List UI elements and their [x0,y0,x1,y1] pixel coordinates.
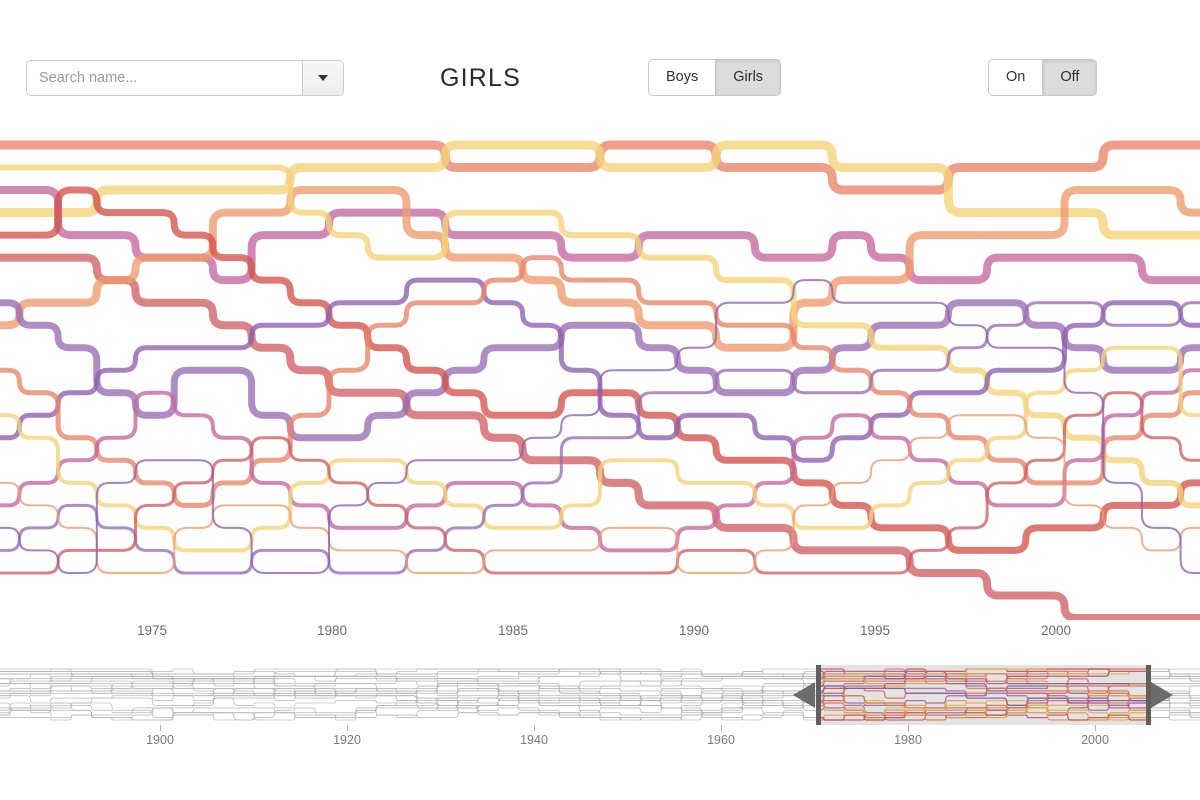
search-dropdown-button[interactable] [302,61,343,95]
rank-flow-chart[interactable] [0,130,1200,620]
brush-handle-left-icon[interactable] [793,682,815,708]
gender-toggle-group[interactable]: Boys Girls [648,59,782,96]
onoff-toggle-on[interactable]: On [989,60,1043,95]
minimap-tick-mark [1095,725,1096,731]
x-axis-tick-label: 2000 [1040,623,1072,638]
toolbar: GIRLS Boys Girls On Off [0,0,1200,130]
brush-handle-right-icon[interactable] [1151,682,1173,708]
search-input-group[interactable] [26,60,344,96]
gender-toggle-boys[interactable]: Boys [649,60,716,95]
x-axis-tick-label: 1975 [136,623,168,638]
rank-flow-chart-svg [0,140,1200,620]
minimap-tick-mark [160,725,161,731]
minimap-tick-mark [908,725,909,731]
minimap-tick-label: 1940 [520,733,548,747]
onoff-toggle-off[interactable]: Off [1042,60,1097,95]
gender-toggle-girls[interactable]: Girls [715,60,781,95]
x-axis-tick-label: 1985 [497,623,529,638]
minimap-tick-label: 1980 [894,733,922,747]
minimap-tick-mark [721,725,722,731]
onoff-toggle-group[interactable]: On Off [988,59,1098,96]
minimap-tick-label: 2000 [1081,733,1109,747]
search-input[interactable] [27,61,302,95]
x-axis-tick-label: 1995 [859,623,891,638]
brush-handle-left[interactable] [816,665,821,725]
rank-line[interactable] [0,140,1200,240]
main-chart-x-axis: 1975 1980 1985 1990 1995 2000 [0,620,1200,650]
minimap-tick-mark [534,725,535,731]
minimap-x-axis: 1900 1920 1940 1960 1980 2000 [0,725,1200,760]
rank-line[interactable] [0,164,1200,509]
minimap-tick-mark [347,725,348,731]
page-title: GIRLS [440,64,522,92]
minimap-tick-label: 1920 [333,733,361,747]
minimap-tick-label: 1960 [707,733,735,747]
chevron-down-icon [318,75,328,81]
minimap-chart[interactable] [0,665,1200,725]
minimap-chart-svg [0,665,1200,725]
x-axis-tick-label: 1990 [678,623,710,638]
x-axis-tick-label: 1980 [316,623,348,638]
minimap-tick-label: 1900 [146,733,174,747]
